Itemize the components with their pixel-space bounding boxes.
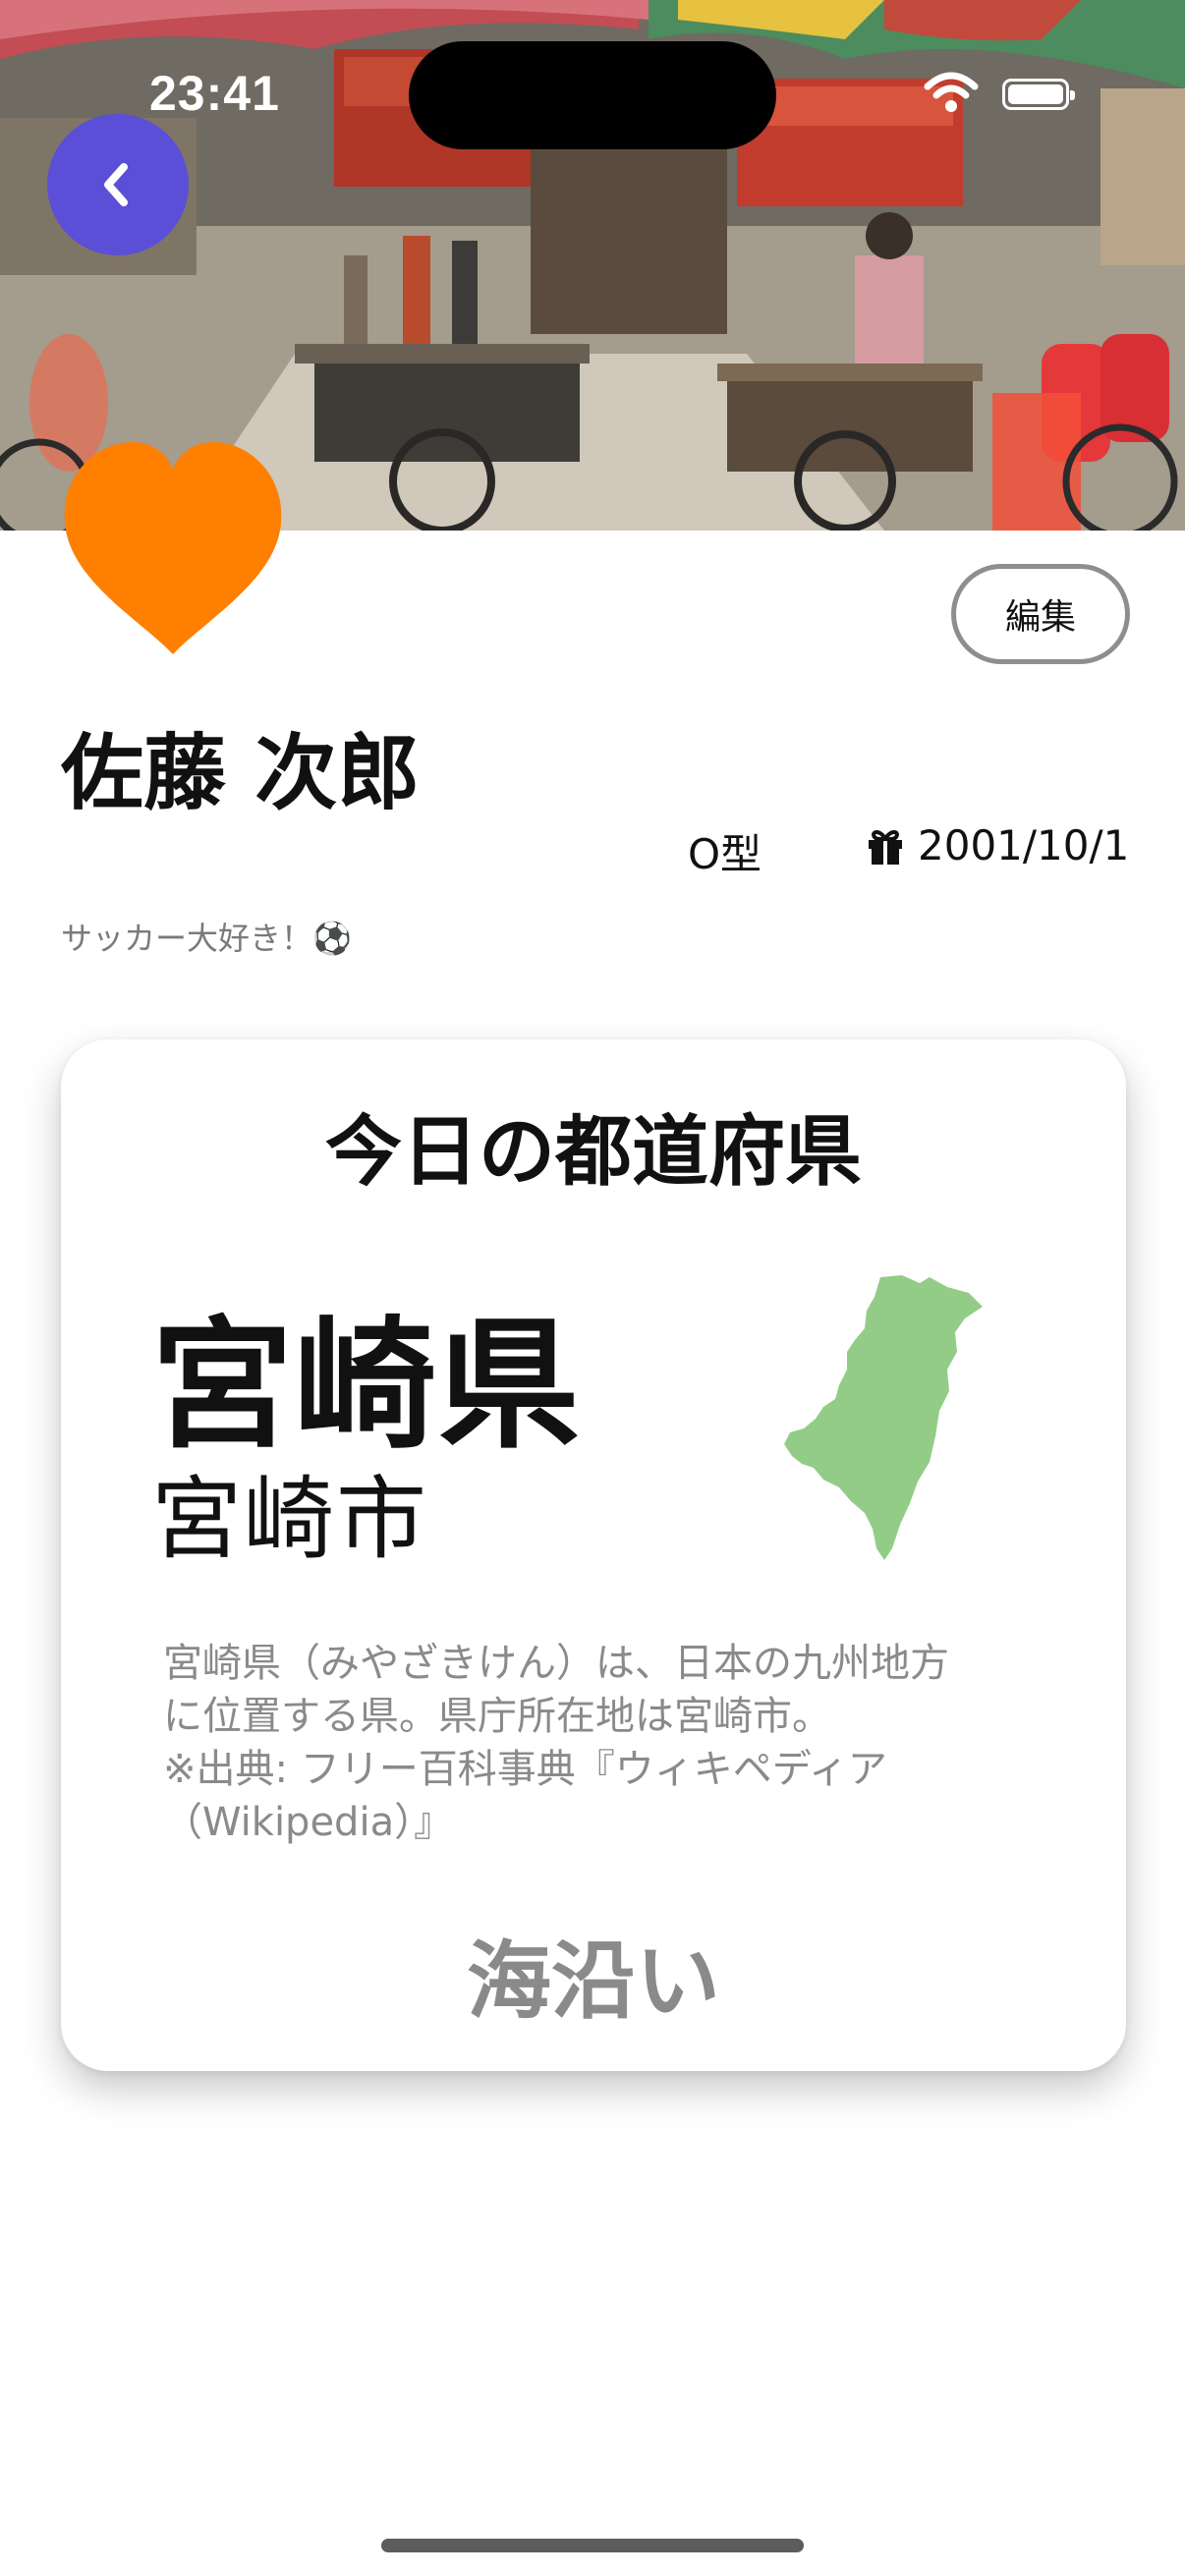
user-name: 佐藤 次郎: [61, 725, 421, 821]
birthday-text: 2001/10/1: [918, 821, 1130, 869]
card-title: 今日の都道府県: [324, 1108, 862, 1197]
back-button[interactable]: [47, 114, 189, 255]
capital-name: 宮崎市: [151, 1467, 429, 1572]
prefecture-description: 宮崎県（みやざきけん）は、日本の九州地方 に位置する県。県庁所在地は宮崎市。 ※…: [163, 1637, 1087, 1849]
prefecture-name: 宮崎県: [151, 1303, 583, 1468]
blood-type: O型: [688, 830, 762, 878]
description-line: （Wikipedia）』: [163, 1800, 454, 1845]
description-line: ※出典: フリー百科事典『ウィキペディア: [163, 1747, 887, 1792]
description-line: 宮崎県（みやざきけん）は、日本の九州地方: [163, 1641, 949, 1686]
prefecture-card: 今日の都道府県 宮崎県 宮崎市 宮崎県（みやざきけん）は、日本の九州地方 に位置…: [61, 1039, 1126, 2071]
chevron-left-icon: [104, 163, 128, 206]
wifi-icon: [924, 72, 979, 112]
birthday: 2001/10/1: [865, 821, 1129, 869]
status-time: 23:41: [149, 66, 280, 121]
heart-icon: [64, 442, 282, 654]
battery-icon: [1002, 79, 1075, 110]
dynamic-island: [409, 41, 776, 149]
profile-screen: 23:41 編集 佐藤 次郎 O型 2001/10/1 サッカー大好き！⚽ 今日…: [0, 0, 1185, 2576]
miyazaki-map-icon: [784, 1275, 983, 1560]
gift-icon: [869, 829, 902, 865]
prefecture-feature: 海沿い: [467, 1932, 720, 2031]
edit-profile-button[interactable]: 編集: [951, 564, 1130, 664]
bio: サッカー大好き！⚽: [61, 920, 352, 957]
description-line: に位置する県。県庁所在地は宮崎市。: [163, 1694, 831, 1739]
home-indicator[interactable]: [381, 2539, 804, 2552]
